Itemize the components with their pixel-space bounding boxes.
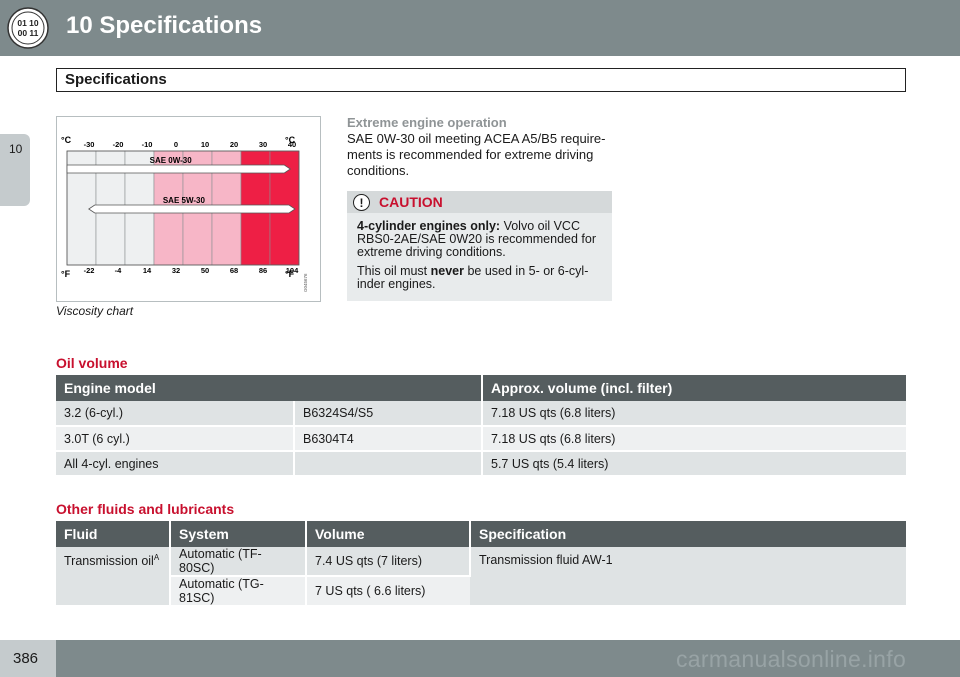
- table-row: Transmission oilA Automatic (TF-80SC) 7.…: [56, 547, 906, 607]
- caution-text-2a: This oil must: [357, 264, 431, 278]
- caution-bold-never: never: [430, 264, 464, 278]
- engine-model-cell: 3.2 (6-cyl.): [56, 401, 295, 427]
- warning-icon: !: [353, 194, 370, 211]
- fahrenheit-tick-label: 68: [230, 266, 238, 275]
- chapter-title: 10 Specifications: [66, 12, 263, 39]
- engine-code-cell: B6304T4: [294, 426, 483, 452]
- caution-body: 4-cylinder engines only: Volvo oil VCC R…: [357, 220, 607, 297]
- table-row: All 4-cyl. engines 5.7 US qts (5.4 liter…: [56, 451, 906, 477]
- volume-cell: 7.18 US qts (6.8 liters): [482, 426, 906, 452]
- fahrenheit-unit-left: °F: [61, 269, 71, 279]
- engine-model-cell: All 4-cyl. engines: [56, 451, 295, 477]
- svg-text:00 11: 00 11: [18, 28, 39, 38]
- column-header-volume: Approx. volume (incl. filter): [482, 375, 906, 401]
- table-header-row: Engine model Approx. volume (incl. filte…: [56, 375, 906, 401]
- page-footer: 386 carmanualsonline.info: [0, 640, 960, 677]
- celsius-tick-label: -10: [142, 140, 153, 149]
- caution-box: ! CAUTION 4-cylinder engines only: Volvo…: [347, 191, 612, 301]
- section-title: Specifications: [65, 71, 167, 88]
- fluid-name: Transmission oil: [64, 554, 154, 569]
- volume-cell: 7.18 US qts (6.8 liters): [482, 401, 906, 427]
- caution-paragraph-1: 4-cylinder engines only: Volvo oil VCC R…: [357, 220, 607, 259]
- column-header-fluid: Fluid: [56, 521, 171, 547]
- celsius-tick-label: 0: [174, 140, 178, 149]
- caution-bold-lead: 4-cylinder engines only:: [357, 219, 501, 233]
- table-row: 3.0T (6 cyl.) B6304T4 7.18 US qts (6.8 l…: [56, 426, 906, 452]
- celsius-tick-label: 20: [230, 140, 238, 149]
- other-fluids-table: Fluid System Volume Specification Transm…: [56, 521, 906, 607]
- engine-model-cell: 3.0T (6 cyl.): [56, 426, 295, 452]
- caution-label: CAUTION: [379, 194, 443, 210]
- oil-volume-heading: Oil volume: [56, 355, 128, 371]
- footnote-marker: A: [153, 553, 160, 562]
- other-fluids-heading: Other fluids and lubricants: [56, 501, 235, 517]
- specification-cell: Transmission fluid AW-1: [470, 547, 906, 607]
- column-header-engine-model: Engine model: [56, 375, 483, 401]
- fahrenheit-tick-label: 86: [259, 266, 267, 275]
- page-number-tab: 386: [0, 640, 56, 677]
- oil-volume-table: Engine model Approx. volume (incl. filte…: [56, 375, 906, 477]
- chapter-badge-icon: 01 10 00 11: [0, 0, 56, 56]
- fluid-cell: Transmission oilA: [56, 547, 171, 607]
- side-tab-label: 10: [9, 142, 23, 156]
- column-header-system: System: [170, 521, 307, 547]
- engine-code-cell: [294, 451, 483, 477]
- chapter-side-tab: 10: [0, 134, 30, 206]
- viscosity-bar-label: SAE 0W-30: [150, 156, 193, 165]
- volume-cell: 7.4 US qts (7 liters): [306, 547, 471, 577]
- section-title-box: Specifications: [56, 68, 906, 92]
- engine-code-cell: B6324S4/S5: [294, 401, 483, 427]
- system-cell: Automatic (TF-80SC): [170, 547, 307, 577]
- viscosity-chart: °C °C °F °F -30 -20 -10 0 10 20 30 40 -22 -4 14 32 50 68 8…: [56, 116, 321, 302]
- watermark: carmanualsonline.info: [676, 646, 907, 672]
- fahrenheit-tick-label: 32: [172, 266, 180, 275]
- svg-text:01 10: 01 10: [17, 18, 39, 28]
- chart-code: G045676: [303, 273, 308, 292]
- caution-header: ! CAUTION: [347, 191, 612, 213]
- celsius-tick-label: -30: [84, 140, 95, 149]
- viscosity-range-bar: [66, 164, 292, 174]
- fahrenheit-tick-label: 14: [143, 266, 152, 275]
- fahrenheit-tick-label: 50: [201, 266, 209, 275]
- fahrenheit-tick-label: -4: [115, 266, 122, 275]
- celsius-tick-label: 30: [259, 140, 267, 149]
- column-header-specification: Specification: [470, 521, 906, 547]
- page-number: 386: [13, 650, 39, 667]
- celsius-unit-left: °C: [61, 135, 72, 145]
- viscosity-range-bar: [88, 204, 296, 214]
- table-header-row: Fluid System Volume Specification: [56, 521, 906, 547]
- system-cell: Automatic (TG-81SC): [170, 576, 307, 607]
- viscosity-bar-label: SAE 5W-30: [163, 196, 206, 205]
- extreme-operation-text: SAE 0W-30 oil meeting ACEA A5/B5 require…: [347, 131, 606, 178]
- column-header-volume: Volume: [306, 521, 471, 547]
- viscosity-chart-svg: °C °C°F °F-30 -20 -10 0 10 20 30 40-22 -4 14 32 50 68 8…: [61, 135, 308, 292]
- caution-paragraph-2: This oil must never be used in 5- or 6-c…: [357, 265, 607, 291]
- volume-cell: 7 US qts ( 6.6 liters): [306, 576, 470, 607]
- table-row: 3.2 (6-cyl.) B6324S4/S5 7.18 US qts (6.8…: [56, 401, 906, 427]
- volume-cell: 5.7 US qts (5.4 liters): [482, 451, 906, 477]
- chapter-header: 01 10 00 11 10 Specifications: [0, 0, 960, 56]
- celsius-tick-label: -20: [113, 140, 124, 149]
- celsius-tick-label: 10: [201, 140, 209, 149]
- celsius-tick-label: 40: [288, 140, 296, 149]
- extreme-operation-title: Extreme engine operation: [347, 115, 507, 130]
- fahrenheit-tick-label: -22: [84, 266, 95, 275]
- fahrenheit-tick-label: 104: [286, 266, 299, 275]
- chart-caption: Viscosity chart: [56, 304, 134, 318]
